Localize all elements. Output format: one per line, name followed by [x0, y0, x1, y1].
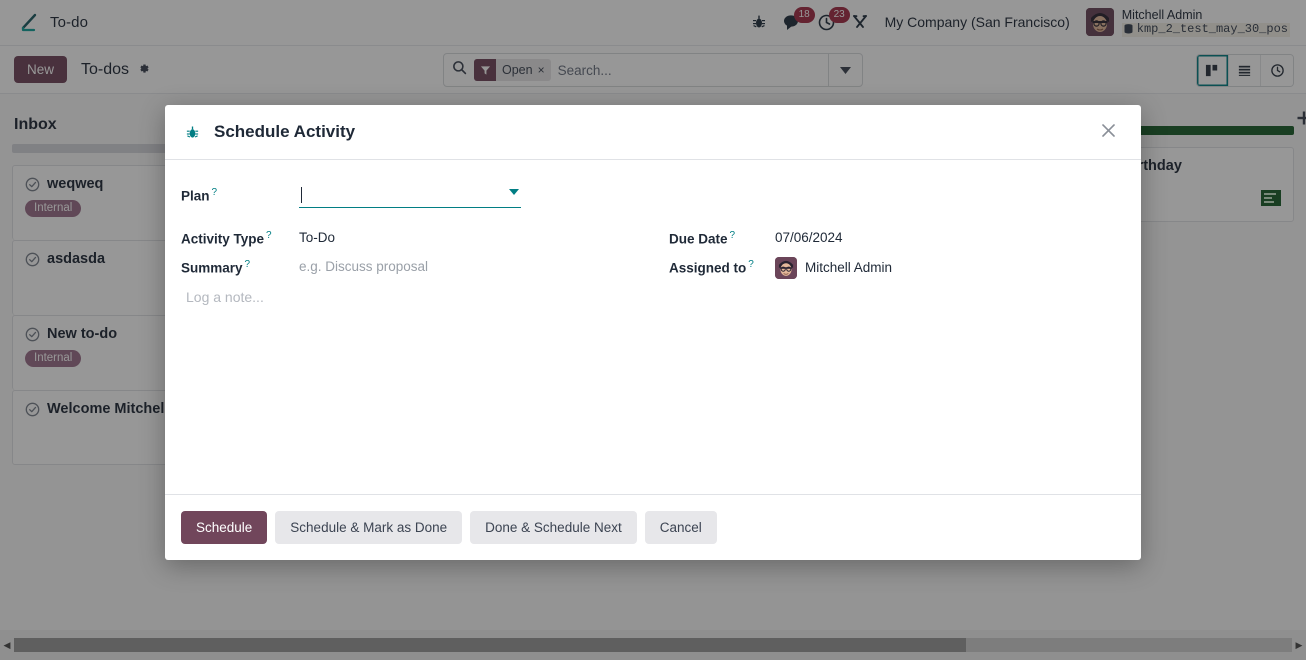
- assigned-to-value[interactable]: Mitchell Admin: [775, 247, 1121, 279]
- help-marker[interactable]: ?: [266, 230, 272, 241]
- activity-form: Plan? Activity Type? To-Do Due Date ? 07…: [181, 178, 1121, 279]
- activity-type-value[interactable]: To-Do: [299, 208, 669, 245]
- bug-icon: [185, 125, 200, 140]
- summary-label: Summary?: [181, 258, 251, 276]
- dialog-header: Schedule Activity: [165, 105, 1141, 160]
- close-icon[interactable]: [1094, 119, 1123, 145]
- assigned-to-name: Mitchell Admin: [805, 260, 893, 275]
- due-date-label: Due Date?: [669, 230, 736, 247]
- activity-type-label: Activity Type?: [181, 230, 272, 247]
- plan-label: Plan?: [181, 187, 218, 204]
- help-marker[interactable]: ?: [212, 187, 218, 198]
- plan-field-cell: [299, 178, 669, 208]
- help-marker[interactable]: ?: [730, 230, 736, 241]
- avatar: [775, 256, 797, 279]
- schedule-and-mark-done-button[interactable]: Schedule & Mark as Done: [275, 511, 463, 544]
- cancel-button[interactable]: Cancel: [644, 511, 717, 544]
- dialog-footer: Schedule Schedule & Mark as Done Done & …: [165, 494, 1141, 560]
- help-marker[interactable]: ?: [245, 259, 251, 270]
- done-and-schedule-next-button[interactable]: Done & Schedule Next: [470, 511, 637, 544]
- odoo-app-window: To-do 18 23 My Company (San Francisco) M…: [0, 0, 1306, 660]
- dialog-body: Plan? Activity Type? To-Do Due Date ? 07…: [165, 160, 1141, 494]
- help-marker[interactable]: ?: [748, 259, 754, 270]
- schedule-button[interactable]: Schedule: [181, 511, 268, 544]
- chevron-down-icon[interactable]: [509, 189, 519, 195]
- summary-input[interactable]: e.g. Discuss proposal: [299, 247, 669, 277]
- log-note-input[interactable]: Log a note...: [186, 289, 1121, 305]
- plan-input[interactable]: [299, 182, 521, 208]
- text-cursor: [301, 186, 302, 203]
- assigned-to-label: Assigned to?: [669, 258, 754, 276]
- schedule-activity-dialog: Schedule Activity Plan? Activity Type ? …: [165, 105, 1141, 560]
- due-date-value[interactable]: 07/06/2024: [775, 208, 1121, 245]
- dialog-title: Schedule Activity: [214, 122, 356, 141]
